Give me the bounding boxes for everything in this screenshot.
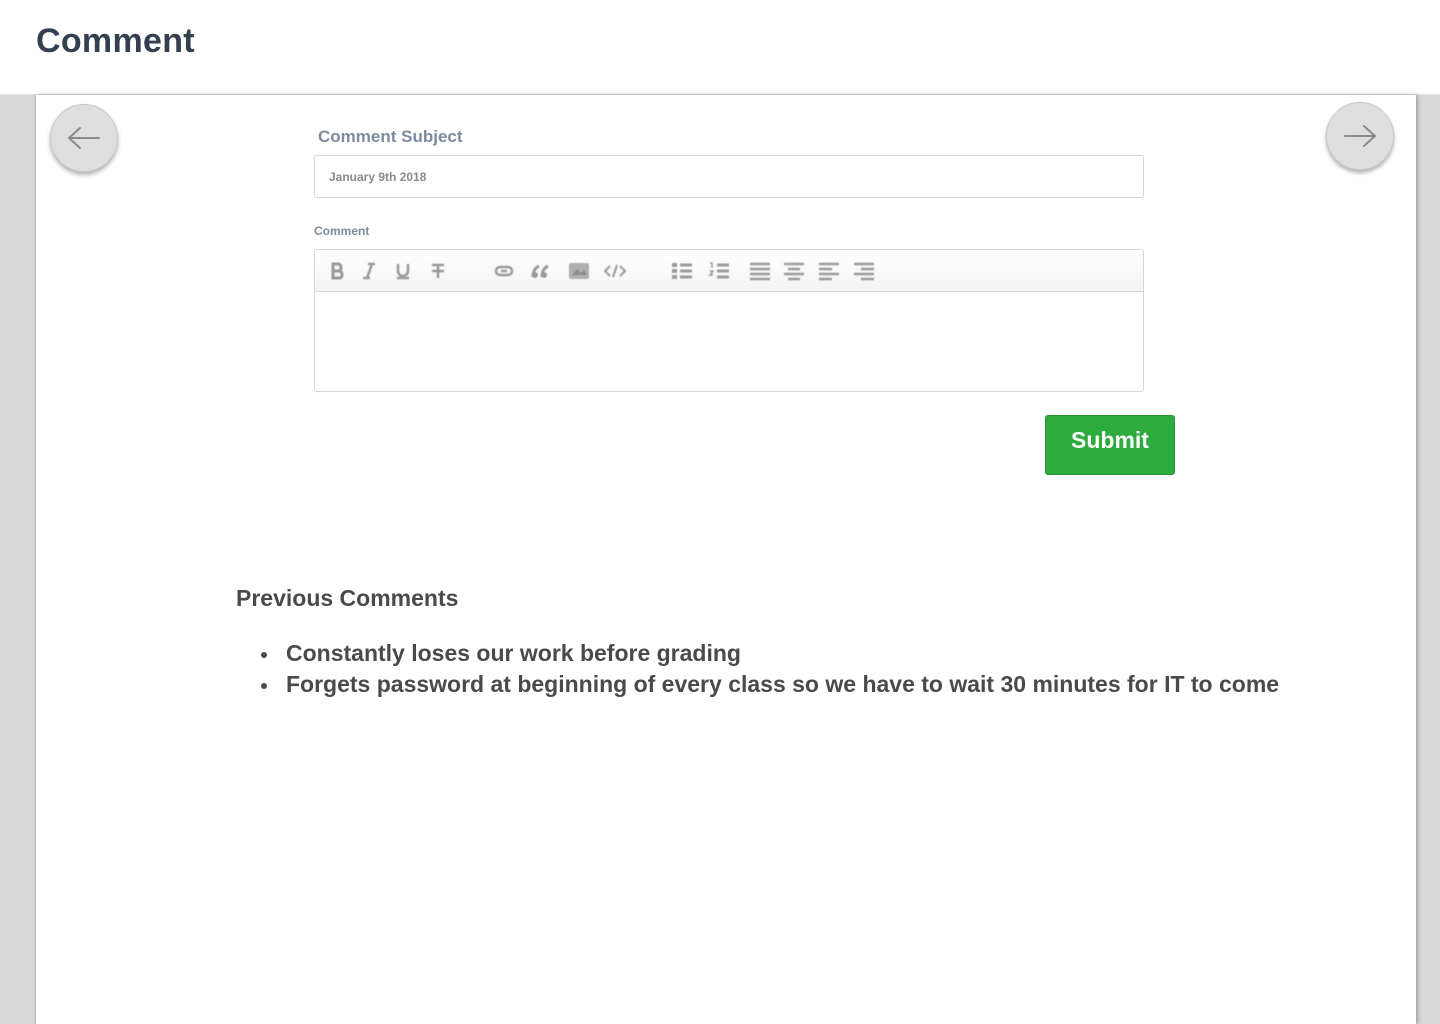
- editor-toolbar: [315, 250, 1143, 292]
- arrow-left-icon: [68, 127, 100, 149]
- italic-icon[interactable]: [357, 260, 381, 282]
- comment-text-area[interactable]: [315, 292, 1143, 391]
- list-item: Constantly loses our work before grading: [260, 638, 1279, 669]
- strikethrough-icon[interactable]: [426, 260, 450, 282]
- align-right-icon[interactable]: [852, 260, 876, 282]
- align-left-icon[interactable]: [817, 260, 841, 282]
- numbered-list-icon[interactable]: [707, 260, 731, 282]
- list-item: Forgets password at beginning of every c…: [260, 669, 1279, 700]
- page-title: Comment: [36, 22, 195, 60]
- submit-button[interactable]: Submit: [1045, 415, 1175, 475]
- comment-label: Comment: [314, 224, 370, 238]
- stage-background: Comment Subject Comment: [0, 95, 1440, 1024]
- main-panel: Comment Subject Comment: [36, 95, 1416, 1024]
- comment-subject-label: Comment Subject: [318, 127, 463, 146]
- code-icon[interactable]: [603, 260, 627, 282]
- bulleted-list-icon[interactable]: [670, 260, 694, 282]
- previous-button[interactable]: [50, 104, 118, 172]
- previous-comments-list: Constantly loses our work before grading…: [260, 638, 1279, 700]
- underline-icon[interactable]: [391, 260, 415, 282]
- bold-icon[interactable]: [326, 260, 350, 282]
- image-icon[interactable]: [567, 260, 591, 282]
- top-bar: Comment: [0, 0, 1440, 95]
- previous-comments-heading: Previous Comments: [236, 585, 459, 611]
- comment-subject-input[interactable]: [314, 155, 1144, 198]
- rich-text-editor: [314, 249, 1144, 392]
- quote-icon[interactable]: [529, 260, 553, 282]
- link-icon[interactable]: [492, 260, 516, 282]
- next-button[interactable]: [1326, 102, 1394, 170]
- align-center-icon[interactable]: [782, 260, 806, 282]
- arrow-right-icon: [1344, 125, 1376, 147]
- align-justify-icon[interactable]: [748, 260, 772, 282]
